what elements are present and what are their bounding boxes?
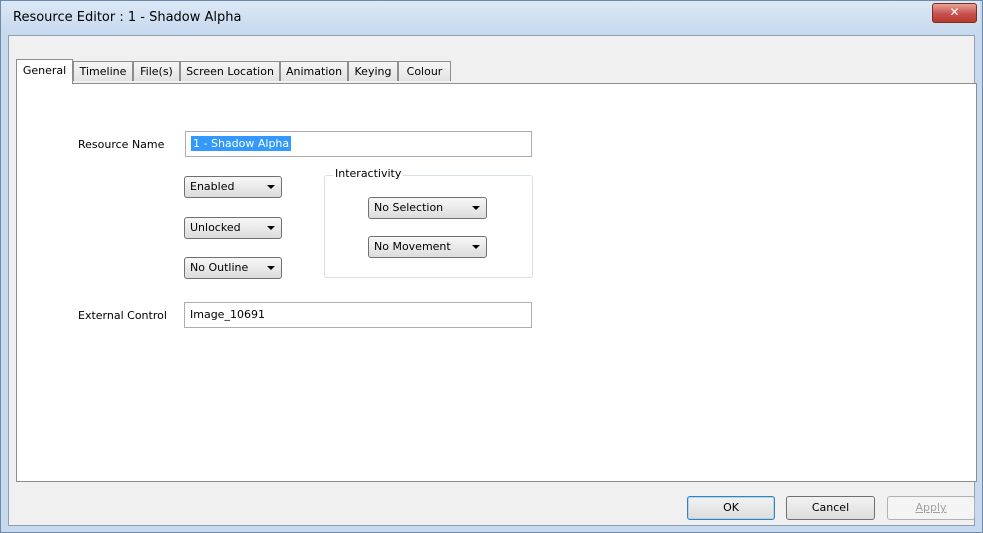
outline-select[interactable]: No Outline [184,257,282,279]
tab-screen-location[interactable]: Screen Location [180,61,280,81]
external-control-input[interactable]: Image_10691 [184,302,532,328]
chevron-down-icon [267,185,275,189]
resource-name-input[interactable]: 1 - Shadow Alpha [185,131,532,157]
close-button[interactable]: ✕ [932,3,977,23]
ok-button[interactable]: OK [687,496,775,520]
tab-colour[interactable]: Colour [398,61,451,81]
lock-select[interactable]: Unlocked [184,217,282,239]
chevron-down-icon [267,226,275,230]
external-control-value: Image_10691 [190,308,265,321]
apply-button[interactable]: Apply [887,496,975,520]
enabled-select-value: Enabled [190,180,235,193]
tab-timeline[interactable]: Timeline [73,61,133,81]
apply-button-label: Apply [915,501,947,514]
close-icon: ✕ [949,5,960,19]
lock-select-value: Unlocked [190,221,241,234]
movement-select[interactable]: No Movement [368,236,487,258]
enabled-select[interactable]: Enabled [184,176,282,198]
interactivity-group-title: Interactivity [333,167,404,180]
chevron-down-icon [472,245,480,249]
title-bar[interactable]: Resource Editor : 1 - Shadow Alpha ✕ [1,1,980,34]
cancel-button[interactable]: Cancel [786,496,875,520]
tab-files[interactable]: File(s) [133,61,180,81]
chevron-down-icon [472,206,480,210]
outline-select-value: No Outline [190,261,249,274]
window-title: Resource Editor : 1 - Shadow Alpha [13,10,242,25]
resource-name-label: Resource Name [78,138,165,151]
tab-keying[interactable]: Keying [348,61,398,81]
interactivity-group [324,175,533,278]
selection-select[interactable]: No Selection [368,197,487,219]
resource-name-value: 1 - Shadow Alpha [191,136,292,151]
movement-select-value: No Movement [374,240,451,253]
tab-animation[interactable]: Animation [280,61,348,81]
tab-general[interactable]: General [16,59,73,84]
chevron-down-icon [267,266,275,270]
selection-select-value: No Selection [374,201,444,214]
external-control-label: External Control [78,309,167,322]
